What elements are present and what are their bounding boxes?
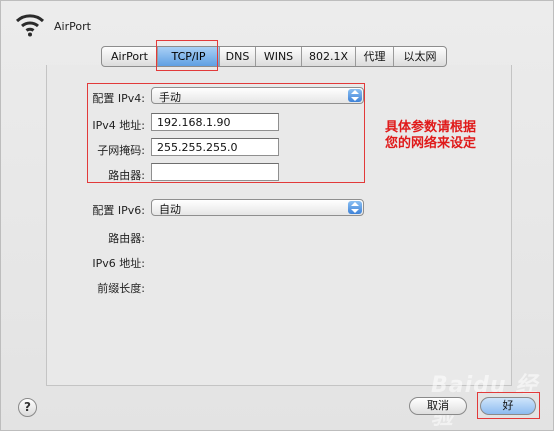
- tab-bar: AirPort TCP/IP DNS WINS 802.1X 代理 以太网: [101, 46, 447, 67]
- tab-wins[interactable]: WINS: [256, 47, 302, 66]
- ok-highlight-frame: [477, 392, 540, 419]
- tab-dns[interactable]: DNS: [220, 47, 256, 66]
- configure-ipv6-select[interactable]: 自动: [151, 199, 364, 216]
- tab-ethernet[interactable]: 以太网: [394, 47, 446, 66]
- ipv6-address-label: IPv6 地址:: [92, 257, 145, 270]
- title-bar: AirPort: [1, 1, 553, 43]
- tab-airport[interactable]: AirPort: [102, 47, 158, 66]
- wifi-icon: [15, 14, 45, 37]
- ipv4-highlight-frame: [87, 83, 365, 183]
- tab-8021x[interactable]: 802.1X: [302, 47, 356, 66]
- configure-ipv6-label: 配置 IPv6:: [92, 204, 145, 217]
- annotation-line-1: 具体参数请根据: [385, 120, 477, 135]
- window-title: AirPort: [54, 20, 91, 33]
- network-preferences-window: AirPort AirPort TCP/IP DNS WINS 802.1X 代…: [0, 0, 554, 431]
- prefix-length-label: 前缀长度:: [97, 282, 145, 295]
- ipv6-router-label: 路由器:: [108, 232, 145, 245]
- configure-ipv6-value: 自动: [159, 203, 181, 216]
- tab-highlight-frame: [156, 40, 218, 71]
- cancel-button[interactable]: 取消: [409, 397, 467, 415]
- annotation-line-2: 您的网络来设定: [385, 136, 477, 151]
- tab-proxy[interactable]: 代理: [356, 47, 394, 66]
- select-arrows-icon: [348, 201, 362, 214]
- annotation-note: 具体参数请根据 您的网络来设定: [385, 120, 509, 152]
- help-button[interactable]: ?: [18, 398, 37, 417]
